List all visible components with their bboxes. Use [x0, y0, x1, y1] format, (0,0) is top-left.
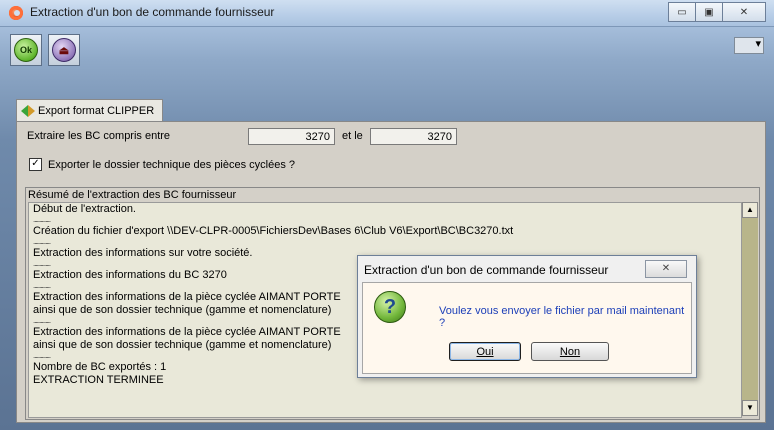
export-technical-checkbox-row[interactable]: ✓ Exporter le dossier technique des pièc… — [29, 158, 295, 171]
no-button[interactable]: Non — [531, 342, 609, 361]
door-exit-icon: ⏏ — [52, 38, 76, 62]
dialog-body: ? Voulez vous envoyer le fichier par mai… — [362, 282, 692, 374]
checkbox-label: Exporter le dossier technique des pièces… — [48, 158, 296, 171]
scroll-down-arrow-icon[interactable]: ▼ — [742, 400, 758, 416]
from-bc-input[interactable]: 3270 — [248, 128, 335, 145]
toolbar: Ok ⏏ — [10, 34, 80, 68]
yes-label: Oui — [476, 346, 494, 358]
log-separator: .............. — [33, 215, 51, 224]
dialog-close-button[interactable]: ✕ — [645, 260, 687, 278]
window-title: Extraction d'un bon de commande fourniss… — [30, 5, 275, 19]
no-label: Non — [559, 346, 581, 358]
caption-buttons: ▭ ▣ ✕ — [668, 2, 766, 22]
ok-button[interactable]: Ok — [10, 34, 42, 66]
minimize-button[interactable]: ▭ — [668, 2, 696, 22]
range-label: Extraire les BC compris entre — [27, 130, 171, 142]
exit-button[interactable]: ⏏ — [48, 34, 80, 66]
send-mail-dialog: Extraction d'un bon de commande fourniss… — [357, 255, 697, 378]
summary-scrollbar[interactable]: ▲ ▼ — [741, 202, 758, 416]
export-technical-checkbox[interactable]: ✓ — [29, 158, 42, 171]
question-icon: ? — [374, 291, 406, 323]
dialog-title: Extraction d'un bon de commande fourniss… — [364, 263, 609, 277]
and-label: et le — [342, 130, 363, 142]
main-window: Extraction d'un bon de commande fourniss… — [0, 0, 774, 430]
ok-icon: Ok — [14, 38, 38, 62]
dialog-message: Voulez vous envoyer le fichier par mail … — [439, 305, 685, 329]
close-button[interactable]: ✕ — [722, 2, 766, 22]
title-bar[interactable]: Extraction d'un bon de commande fourniss… — [0, 0, 774, 27]
scroll-up-arrow-icon[interactable]: ▲ — [742, 202, 758, 218]
tab-label: Export format CLIPPER — [38, 105, 155, 117]
log-line: Début de l'extraction. — [33, 203, 136, 215]
tab-export-clipper[interactable]: Export format CLIPPER — [16, 99, 164, 122]
yes-button[interactable]: Oui — [449, 342, 521, 361]
log-line: Création du fichier d'export \\DEV-CLPR-… — [33, 225, 514, 237]
export-arrows-icon — [21, 105, 35, 117]
to-bc-input[interactable]: 3270 — [370, 128, 457, 145]
log-separator: .............. — [33, 237, 51, 246]
maximize-button[interactable]: ▣ — [695, 2, 723, 22]
toolbar-dropdown[interactable] — [734, 37, 764, 54]
summary-group-label: Résumé de l'extraction des BC fournisseu… — [28, 189, 237, 201]
app-icon — [9, 6, 23, 20]
